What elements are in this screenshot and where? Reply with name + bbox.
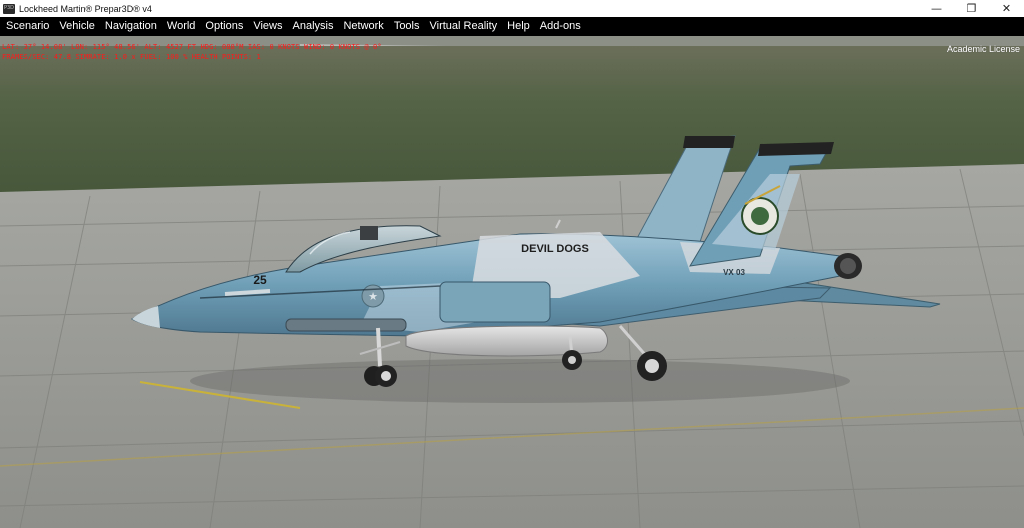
menu-network[interactable]: Network	[338, 17, 388, 36]
menu-add-ons[interactable]: Add-ons	[535, 17, 586, 36]
menu-analysis[interactable]: Analysis	[288, 17, 339, 36]
menu-help[interactable]: Help	[502, 17, 535, 36]
license-label: Academic License	[946, 44, 1020, 54]
close-button[interactable]: ✕	[989, 0, 1024, 17]
menu-navigation[interactable]: Navigation	[100, 17, 162, 36]
menu-bar: Scenario Vehicle Navigation World Option…	[0, 17, 1024, 36]
hud-stats-line: FRAMES/SEC: 47.8 SIMRATE: 1.0 x FUEL: 10…	[2, 53, 261, 61]
menu-vehicle[interactable]: Vehicle	[54, 17, 99, 36]
menu-tools[interactable]: Tools	[389, 17, 425, 36]
menu-options[interactable]: Options	[200, 17, 248, 36]
app-icon: P3D	[3, 3, 15, 14]
hud-position-line: LAT: 37° 14.08' LON: 115° 48.56' ALT: 45…	[2, 43, 382, 51]
aircraft-shadow	[190, 359, 850, 403]
window-title: Lockheed Martin® Prepar3D® v4	[19, 3, 152, 14]
title-bar: P3D Lockheed Martin® Prepar3D® v4 — ❐ ✕	[0, 0, 1024, 17]
menu-virtual-reality[interactable]: Virtual Reality	[425, 17, 503, 36]
svg-text:★: ★	[368, 290, 378, 303]
simulator-viewport[interactable]: ★ DEVIL DOGS 25 VX 03 LAT: 37° 14.08' LO…	[0, 36, 1024, 528]
tail-name-text: DEVIL DOGS	[521, 243, 589, 255]
minimize-button[interactable]: —	[919, 0, 954, 17]
window-controls: — ❐ ✕	[919, 0, 1024, 17]
nose-number-text: 25	[253, 273, 267, 287]
menu-scenario[interactable]: Scenario	[0, 17, 54, 36]
hud-overlay: LAT: 37° 14.08' LON: 115° 48.56' ALT: 45…	[2, 42, 382, 62]
tail-code-text: VX 03	[723, 268, 745, 277]
menu-world[interactable]: World	[162, 17, 201, 36]
scene-render: ★ DEVIL DOGS 25 VX 03	[0, 36, 1024, 528]
menu-views[interactable]: Views	[248, 17, 287, 36]
restore-button[interactable]: ❐	[954, 0, 989, 17]
